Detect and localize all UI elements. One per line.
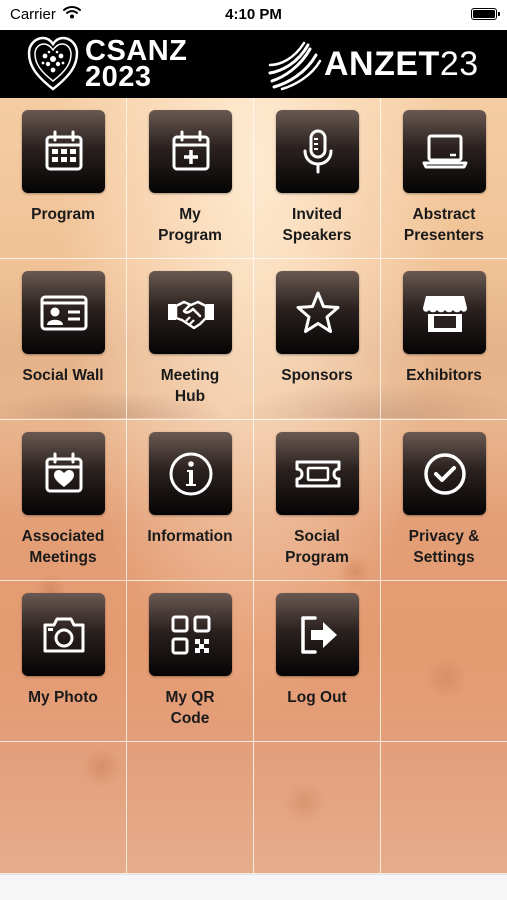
menu-empty-cell bbox=[381, 742, 507, 874]
anzet-logo: ANZET23 bbox=[266, 36, 479, 92]
menu-item-social-wall[interactable]: Social Wall bbox=[0, 259, 127, 420]
menu-label: Log Out bbox=[287, 689, 347, 706]
calendar-heart-icon bbox=[22, 432, 105, 515]
menu-item-social-program[interactable]: Social Program bbox=[254, 420, 381, 581]
menu-item-exhibitors[interactable]: Exhibitors bbox=[381, 259, 507, 420]
menu-label: Sponsors bbox=[281, 367, 353, 384]
menu-item-abstract-presenters[interactable]: Abstract Presenters bbox=[381, 98, 507, 259]
menu-item-program[interactable]: Program bbox=[0, 98, 127, 259]
menu-item-information[interactable]: Information bbox=[127, 420, 254, 581]
calendar-plus-icon bbox=[149, 110, 232, 193]
anzet-year: 23 bbox=[439, 44, 479, 83]
menu-label: Invited Speakers bbox=[282, 206, 352, 244]
menu-label: Meeting Hub bbox=[160, 367, 220, 405]
menu-item-privacy-settings[interactable]: Privacy & Settings bbox=[381, 420, 507, 581]
star-icon bbox=[276, 271, 359, 354]
swirl-logo-icon bbox=[268, 41, 322, 91]
menu-item-my-photo[interactable]: My Photo bbox=[0, 581, 127, 742]
menu-item-associated-meetings[interactable]: Associated Meetings bbox=[0, 420, 127, 581]
handshake-icon bbox=[149, 271, 232, 354]
status-bar: Carrier 4:10 PM bbox=[0, 0, 507, 30]
menu-label: Social Wall bbox=[22, 367, 104, 384]
logout-icon bbox=[276, 593, 359, 676]
menu-label: Privacy & Settings bbox=[408, 528, 480, 566]
menu-label: Exhibitors bbox=[406, 367, 482, 384]
menu-item-invited-speakers[interactable]: Invited Speakers bbox=[254, 98, 381, 259]
csanz-year: 2023 bbox=[85, 61, 152, 93]
menu-item-log-out[interactable]: Log Out bbox=[254, 581, 381, 742]
heart-logo-icon bbox=[27, 36, 79, 91]
ticket-icon bbox=[276, 432, 359, 515]
menu-grid: Program My Program Invited Speakers Abst… bbox=[0, 98, 507, 874]
menu-label: Program bbox=[31, 206, 95, 223]
menu-label: Abstract Presenters bbox=[403, 206, 485, 244]
calendar-icon bbox=[22, 110, 105, 193]
camera-icon bbox=[22, 593, 105, 676]
menu-item-my-qr-code[interactable]: My QR Code bbox=[127, 581, 254, 742]
status-time: 4:10 PM bbox=[225, 6, 282, 23]
id-card-icon bbox=[22, 271, 105, 354]
csanz-logo: CSANZ 2023 bbox=[27, 34, 187, 94]
microphone-icon bbox=[276, 110, 359, 193]
bottom-bar bbox=[0, 874, 507, 900]
menu-empty-cell bbox=[0, 742, 127, 874]
menu-item-meeting-hub[interactable]: Meeting Hub bbox=[127, 259, 254, 420]
menu-label: Information bbox=[147, 528, 233, 545]
menu-background: Program My Program Invited Speakers Abst… bbox=[0, 98, 507, 874]
menu-label: Associated Meetings bbox=[21, 528, 105, 566]
menu-empty-cell bbox=[254, 742, 381, 874]
info-icon bbox=[149, 432, 232, 515]
app-header: CSANZ 2023 ANZET23 bbox=[0, 30, 507, 98]
menu-label: My QR Code bbox=[165, 689, 215, 727]
menu-label: Social Program bbox=[285, 528, 349, 566]
menu-item-sponsors[interactable]: Sponsors bbox=[254, 259, 381, 420]
storefront-icon bbox=[403, 271, 486, 354]
battery-icon bbox=[471, 8, 500, 20]
menu-item-my-program[interactable]: My Program bbox=[127, 98, 254, 259]
anzet-wordmark: ANZET bbox=[324, 44, 440, 83]
menu-label: My Program bbox=[158, 206, 222, 244]
qr-code-icon bbox=[149, 593, 232, 676]
menu-label: My Photo bbox=[28, 689, 98, 706]
check-circle-icon bbox=[403, 432, 486, 515]
menu-empty-cell bbox=[127, 742, 254, 874]
presentation-icon bbox=[403, 110, 486, 193]
menu-empty-cell bbox=[381, 581, 507, 742]
